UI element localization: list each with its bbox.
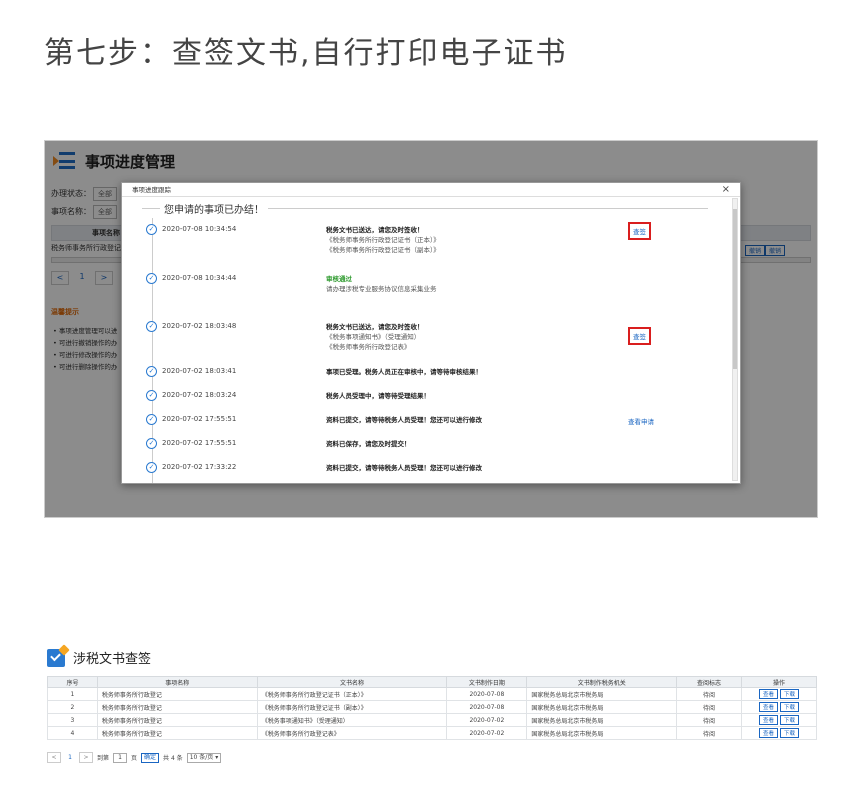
table-header-row: 序号 事项名称 文书名称 文书制作日期 文书制作税务机关 查阅标志 操作 bbox=[47, 676, 817, 688]
check-circle-icon: ✓ bbox=[146, 438, 157, 449]
download-button[interactable]: 下载 bbox=[780, 689, 800, 699]
check-circle-icon: ✓ bbox=[146, 273, 157, 284]
page-unit-label: 页 bbox=[131, 755, 138, 762]
view-button[interactable]: 查看 bbox=[758, 689, 778, 699]
page-size-select[interactable]: 10 条/页 ▾ bbox=[186, 752, 222, 763]
read-flag: 待阅 bbox=[676, 687, 743, 701]
check-circle-icon: ✓ bbox=[146, 224, 157, 235]
read-flag: 待阅 bbox=[676, 713, 743, 727]
done-heading: 您申请的事项已办结！ bbox=[160, 201, 268, 216]
col-ops: 操作 bbox=[741, 676, 817, 688]
item-time: 2020-07-02 18:03:48 bbox=[162, 322, 237, 330]
item-message: 审核通过 请办理涉税专业服务协议信息采集业务 bbox=[326, 275, 437, 293]
view-application-link[interactable]: 查看申请 bbox=[628, 416, 654, 426]
modal-titlebar: 事项进度跟踪 × bbox=[122, 183, 740, 197]
item-message: 事项已受理。税务人员正在审核中，请等待审核结果！ bbox=[326, 368, 482, 376]
check-circle-icon: ✓ bbox=[146, 366, 157, 377]
documents-pager: < 1 > 到第 1 页 确定 共 4 条 10 条/页 ▾ bbox=[47, 752, 222, 763]
modal-title: 事项进度跟踪 bbox=[132, 186, 171, 194]
table-row: 3 税务师事务所行政登记 《税务事项通知书》（受理通知） 2020-07-02 … bbox=[47, 713, 817, 727]
item-time: 2020-07-02 17:33:22 bbox=[162, 463, 237, 471]
documents-title: 涉税文书查签 bbox=[73, 652, 152, 667]
check-circle-icon: ✓ bbox=[146, 390, 157, 401]
item-time: 2020-07-02 18:03:41 bbox=[162, 367, 237, 375]
col-item: 事项名称 bbox=[96, 676, 258, 688]
check-circle-icon: ✓ bbox=[146, 414, 157, 425]
item-time: 2020-07-08 10:34:54 bbox=[162, 225, 237, 233]
current-page[interactable]: 1 bbox=[65, 754, 75, 761]
read-flag: 待阅 bbox=[676, 726, 743, 740]
confirm-button[interactable]: 确定 bbox=[141, 752, 160, 763]
next-page-button[interactable]: > bbox=[79, 752, 93, 763]
item-time: 2020-07-08 10:34:44 bbox=[162, 274, 237, 282]
download-button[interactable]: 下载 bbox=[780, 715, 800, 725]
chevron-down-icon: ▾ bbox=[215, 753, 219, 761]
item-message: 税务文书已送达，请您及时签收！ 《税务事项通知书》（受理通知） 《税务师事务所行… bbox=[326, 323, 424, 351]
view-button[interactable]: 查看 bbox=[758, 715, 778, 725]
item-message: 资料已提交，请等待税务人员受理！您还可以进行修改 bbox=[326, 416, 482, 424]
read-flag: 待阅 bbox=[676, 700, 743, 714]
col-doc: 文书名称 bbox=[256, 676, 448, 688]
documents-table: 序号 事项名称 文书名称 文书制作日期 文书制作税务机关 查阅标志 操作 1 税… bbox=[47, 676, 817, 740]
col-no: 序号 bbox=[47, 676, 98, 688]
goto-page-input[interactable]: 1 bbox=[113, 752, 128, 763]
col-org: 文书制作税务机关 bbox=[526, 676, 678, 688]
document-check-icon bbox=[47, 643, 70, 667]
timeline: 您申请的事项已办结！ ✓ 2020-07-08 10:34:54 税务文书已送达… bbox=[122, 198, 728, 483]
close-icon[interactable]: × bbox=[722, 183, 730, 197]
table-row: 1 税务师事务所行政登记 《税务师事务所行政登记证书（正本）》 2020-07-… bbox=[47, 687, 817, 701]
view-button[interactable]: 查看 bbox=[758, 702, 778, 712]
check-circle-icon: ✓ bbox=[146, 462, 157, 473]
download-button[interactable]: 下载 bbox=[780, 702, 800, 712]
col-date: 文书制作日期 bbox=[446, 676, 528, 688]
modal-scrollbar[interactable] bbox=[732, 198, 738, 481]
col-flag: 查阅标志 bbox=[676, 676, 743, 688]
table-row: 2 税务师事务所行政登记 《税务师事务所行政登记证书（副本）》 2020-07-… bbox=[47, 700, 817, 714]
page-title: 第七步：查签文书,自行打印电子证书 bbox=[44, 36, 568, 71]
check-sign-link[interactable]: 查签 bbox=[628, 222, 651, 240]
check-sign-link[interactable]: 查签 bbox=[628, 327, 651, 345]
item-message: 税务人员受理中，请等待受理结果！ bbox=[326, 392, 430, 400]
item-message: 税务文书已送达，请您及时签收！ 《税务师事务所行政登记证书（正本）》 《税务师事… bbox=[326, 226, 440, 254]
item-time: 2020-07-02 17:55:51 bbox=[162, 439, 237, 447]
view-button[interactable]: 查看 bbox=[758, 728, 778, 738]
total-count: 共 4 条 bbox=[163, 755, 183, 762]
item-time: 2020-07-02 18:03:24 bbox=[162, 391, 237, 399]
progress-modal: 事项进度跟踪 × 您申请的事项已办结！ ✓ 2020-07-08 10:34:5… bbox=[121, 182, 741, 484]
prev-page-button[interactable]: < bbox=[47, 752, 61, 763]
table-row: 4 税务师事务所行政登记 《税务师事务所行政登记表》 2020-07-02 国家… bbox=[47, 726, 817, 740]
goto-label: 到第 bbox=[97, 755, 110, 762]
documents-section-title: 涉税文书查签 bbox=[47, 643, 152, 667]
item-message: 资料已提交，请等待税务人员受理！您还可以进行修改 bbox=[326, 464, 482, 472]
item-time: 2020-07-02 17:55:51 bbox=[162, 415, 237, 423]
progress-screenshot: 事项进度管理 办理状态： 全部 事项名称： 全部 事项名称 税务师事务所行政登记 撤… bbox=[44, 140, 818, 518]
check-circle-icon: ✓ bbox=[146, 321, 157, 332]
item-message: 资料已保存，请您及时提交！ bbox=[326, 440, 411, 448]
download-button[interactable]: 下载 bbox=[780, 728, 800, 738]
